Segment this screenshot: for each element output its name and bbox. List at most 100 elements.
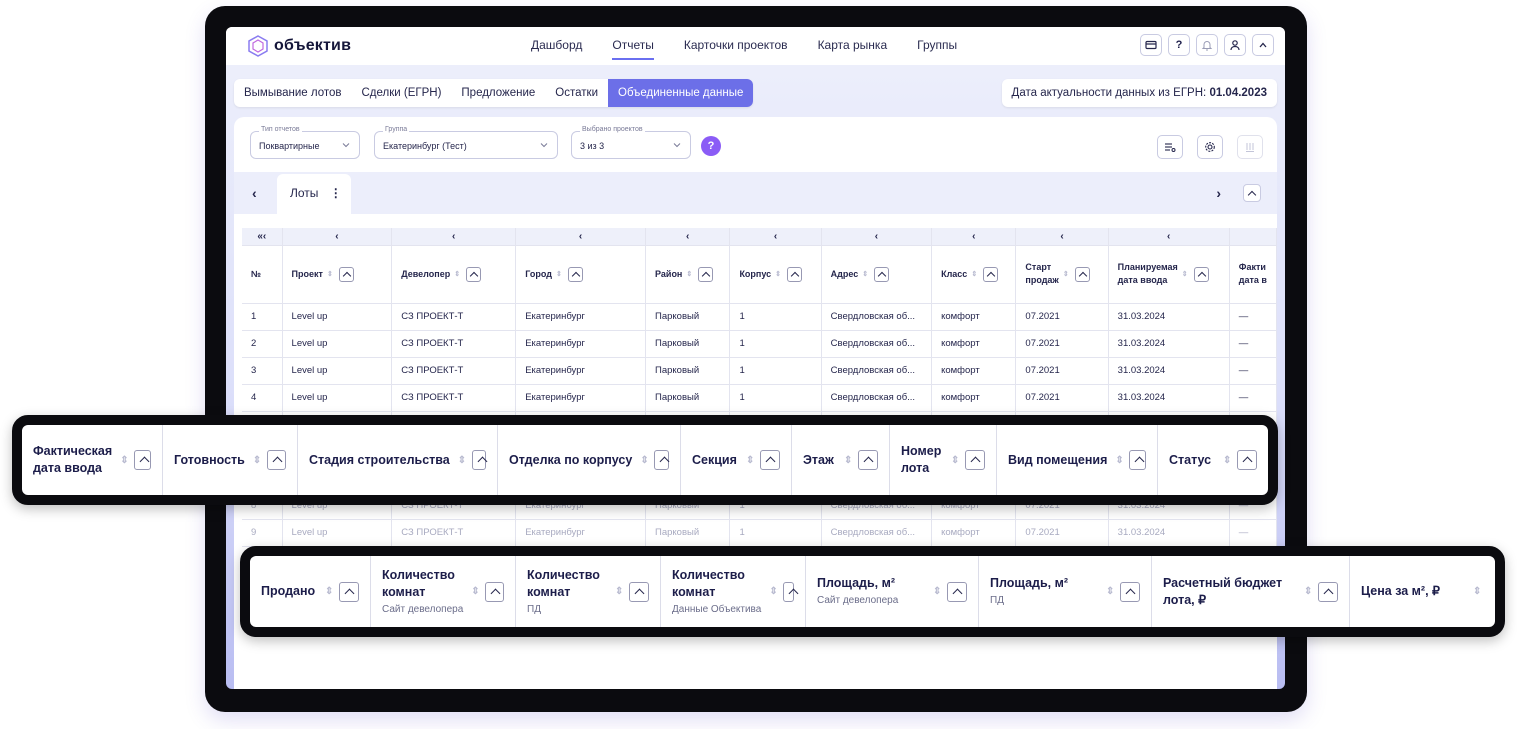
- zoomed-column-header[interactable]: Количество комнат Данные Объектива ⇕: [661, 556, 806, 627]
- sort-icon[interactable]: ⇕: [120, 455, 128, 466]
- sort-icon[interactable]: ⇕: [327, 270, 333, 278]
- sort-icon[interactable]: ⇕: [615, 586, 623, 597]
- chevron-up-icon[interactable]: [947, 581, 967, 602]
- sort-icon[interactable]: ⇕: [454, 270, 460, 278]
- tab-remains[interactable]: Остатки: [545, 79, 608, 107]
- table-row[interactable]: 3 Level up СЗ ПРОЕКТ-Т Екатеринбург Парковый…: [242, 357, 1277, 385]
- collapse-column-icon[interactable]: ‹: [645, 228, 731, 246]
- zoomed-column-header[interactable]: Фактическая дата ввода ⇕: [22, 425, 163, 495]
- chevron-up-icon[interactable]: [1193, 266, 1209, 282]
- sort-icon[interactable]: ⇕: [971, 270, 977, 278]
- help-icon[interactable]: ?: [1168, 34, 1190, 56]
- nav-project-cards[interactable]: Карточки проектов: [669, 27, 803, 65]
- zoomed-column-header[interactable]: Площадь, м² ПД ⇕: [979, 556, 1152, 627]
- nav-groups[interactable]: Группы: [902, 27, 972, 65]
- sort-icon[interactable]: ⇕: [458, 455, 466, 466]
- zoomed-column-header[interactable]: Этаж ⇕: [792, 425, 890, 495]
- help-button[interactable]: ?: [701, 136, 721, 156]
- nav-dashboard[interactable]: Дашборд: [516, 27, 597, 65]
- sort-icon[interactable]: ⇕: [325, 586, 333, 597]
- sheet-prev-arrow-icon[interactable]: ‹: [252, 185, 257, 201]
- zoomed-column-header[interactable]: Секция ⇕: [681, 425, 792, 495]
- chevron-up-icon[interactable]: [266, 450, 286, 470]
- chevron-up-icon[interactable]: [698, 266, 714, 282]
- chevron-up-icon[interactable]: [629, 581, 649, 602]
- tab-combined-data[interactable]: Объединенные данные: [608, 79, 754, 107]
- logo[interactable]: объектив: [248, 35, 351, 57]
- sheet-next-arrow-icon[interactable]: ›: [1216, 185, 1221, 201]
- table-row[interactable]: 4 Level up СЗ ПРОЕКТ-Т Екатеринбург Парковый…: [242, 384, 1277, 412]
- sort-icon[interactable]: ⇕: [1182, 270, 1188, 278]
- tab-lot-washout[interactable]: Вымывание лотов: [234, 79, 351, 107]
- sort-icon[interactable]: ⇕: [556, 270, 562, 278]
- sheet-tab-lots[interactable]: Лоты ⋮: [277, 174, 351, 214]
- column-header[interactable]: Город ⇕: [515, 245, 647, 304]
- sort-icon[interactable]: ⇕: [1106, 586, 1114, 597]
- chevron-up-icon[interactable]: [338, 266, 354, 282]
- sort-icon[interactable]: ⇕: [1115, 455, 1123, 466]
- sort-icon[interactable]: ⇕: [1473, 586, 1481, 597]
- zoomed-column-header[interactable]: Готовность ⇕: [163, 425, 298, 495]
- chevron-up-icon[interactable]: [134, 450, 151, 470]
- chevron-up-icon[interactable]: [787, 266, 803, 282]
- collapse-column-icon[interactable]: ‹: [282, 228, 393, 246]
- column-header[interactable]: №: [242, 245, 283, 304]
- sort-icon[interactable]: ⇕: [844, 455, 852, 466]
- sort-icon[interactable]: ⇕: [933, 586, 941, 597]
- sort-icon[interactable]: ⇕: [862, 270, 868, 278]
- chevron-up-icon[interactable]: [567, 266, 583, 282]
- column-header[interactable]: Класс ⇕: [931, 245, 1017, 304]
- collapse-column-icon[interactable]: ‹: [729, 228, 822, 246]
- zoomed-column-header[interactable]: Расчетный бюджет лота, ₽ ⇕: [1152, 556, 1350, 627]
- sort-icon[interactable]: ⇕: [253, 455, 261, 466]
- sort-icon[interactable]: ⇕: [686, 270, 692, 278]
- column-header[interactable]: Девелопер ⇕: [391, 245, 517, 304]
- user-icon[interactable]: [1224, 34, 1246, 56]
- zoomed-column-header[interactable]: Количество комнат Сайт девелопера ⇕: [371, 556, 516, 627]
- column-header[interactable]: Факти дата в: [1229, 245, 1277, 304]
- zoomed-column-header[interactable]: Цена за м², ₽ ⇕: [1350, 556, 1490, 627]
- chevron-up-icon[interactable]: [485, 581, 504, 602]
- table-row[interactable]: 1 Level up СЗ ПРОЕКТ-Т Екатеринбург Парковый…: [242, 303, 1277, 331]
- sort-icon[interactable]: ⇕: [640, 455, 648, 466]
- download-icon[interactable]: [1237, 135, 1263, 159]
- sort-icon[interactable]: ⇕: [1063, 270, 1069, 278]
- collapse-column-icon[interactable]: ‹: [1015, 228, 1109, 246]
- chevron-up-icon[interactable]: [471, 450, 486, 470]
- column-header[interactable]: Район ⇕: [645, 245, 731, 304]
- sort-icon[interactable]: ⇕: [769, 586, 777, 597]
- sort-icon[interactable]: ⇕: [775, 270, 781, 278]
- report-type-select[interactable]: Тип отчетов Поквартирные: [250, 126, 360, 159]
- table-row[interactable]: 2 Level up СЗ ПРОЕКТ-Т Екатеринбург Парковый…: [242, 330, 1277, 358]
- column-header[interactable]: Корпус ⇕: [729, 245, 822, 304]
- sort-icon[interactable]: ⇕: [746, 455, 754, 466]
- column-header[interactable]: Старт продаж ⇕: [1015, 245, 1109, 304]
- column-header[interactable]: Проект ⇕: [282, 245, 393, 304]
- sort-icon[interactable]: ⇕: [471, 586, 479, 597]
- sort-icon[interactable]: ⇕: [1223, 455, 1231, 466]
- chevron-up-icon[interactable]: [1120, 581, 1140, 602]
- zoomed-column-header[interactable]: Продано ⇕: [250, 556, 371, 627]
- collapse-column-icon[interactable]: ‹: [931, 228, 1017, 246]
- tab-supply[interactable]: Предложение: [451, 79, 545, 107]
- chevron-up-icon[interactable]: [1252, 34, 1274, 56]
- chevron-up-icon[interactable]: [339, 581, 359, 602]
- chevron-up-icon[interactable]: [1129, 450, 1146, 470]
- chevron-up-icon[interactable]: [654, 450, 669, 470]
- chevron-up-icon[interactable]: [983, 266, 999, 282]
- zoomed-column-header[interactable]: Вид помещения ⇕: [997, 425, 1158, 495]
- sort-icon[interactable]: ⇕: [951, 455, 959, 466]
- zoomed-column-header[interactable]: Статус ⇕: [1158, 425, 1268, 495]
- tab-deals[interactable]: Сделки (ЕГРН): [351, 79, 451, 107]
- chevron-up-icon[interactable]: [874, 266, 890, 282]
- kebab-menu-icon[interactable]: ⋮: [330, 186, 342, 200]
- zoomed-column-header[interactable]: Количество комнат ПД ⇕: [516, 556, 661, 627]
- collapse-column-icon[interactable]: ‹: [391, 228, 517, 246]
- bell-icon[interactable]: [1196, 34, 1218, 56]
- chevron-up-icon[interactable]: [1074, 266, 1090, 282]
- sort-icon[interactable]: ⇕: [1304, 586, 1312, 597]
- chevron-up-icon[interactable]: [858, 450, 878, 470]
- card-icon[interactable]: [1140, 34, 1162, 56]
- chevron-up-icon[interactable]: [1237, 450, 1257, 470]
- chevron-up-icon[interactable]: [965, 450, 985, 470]
